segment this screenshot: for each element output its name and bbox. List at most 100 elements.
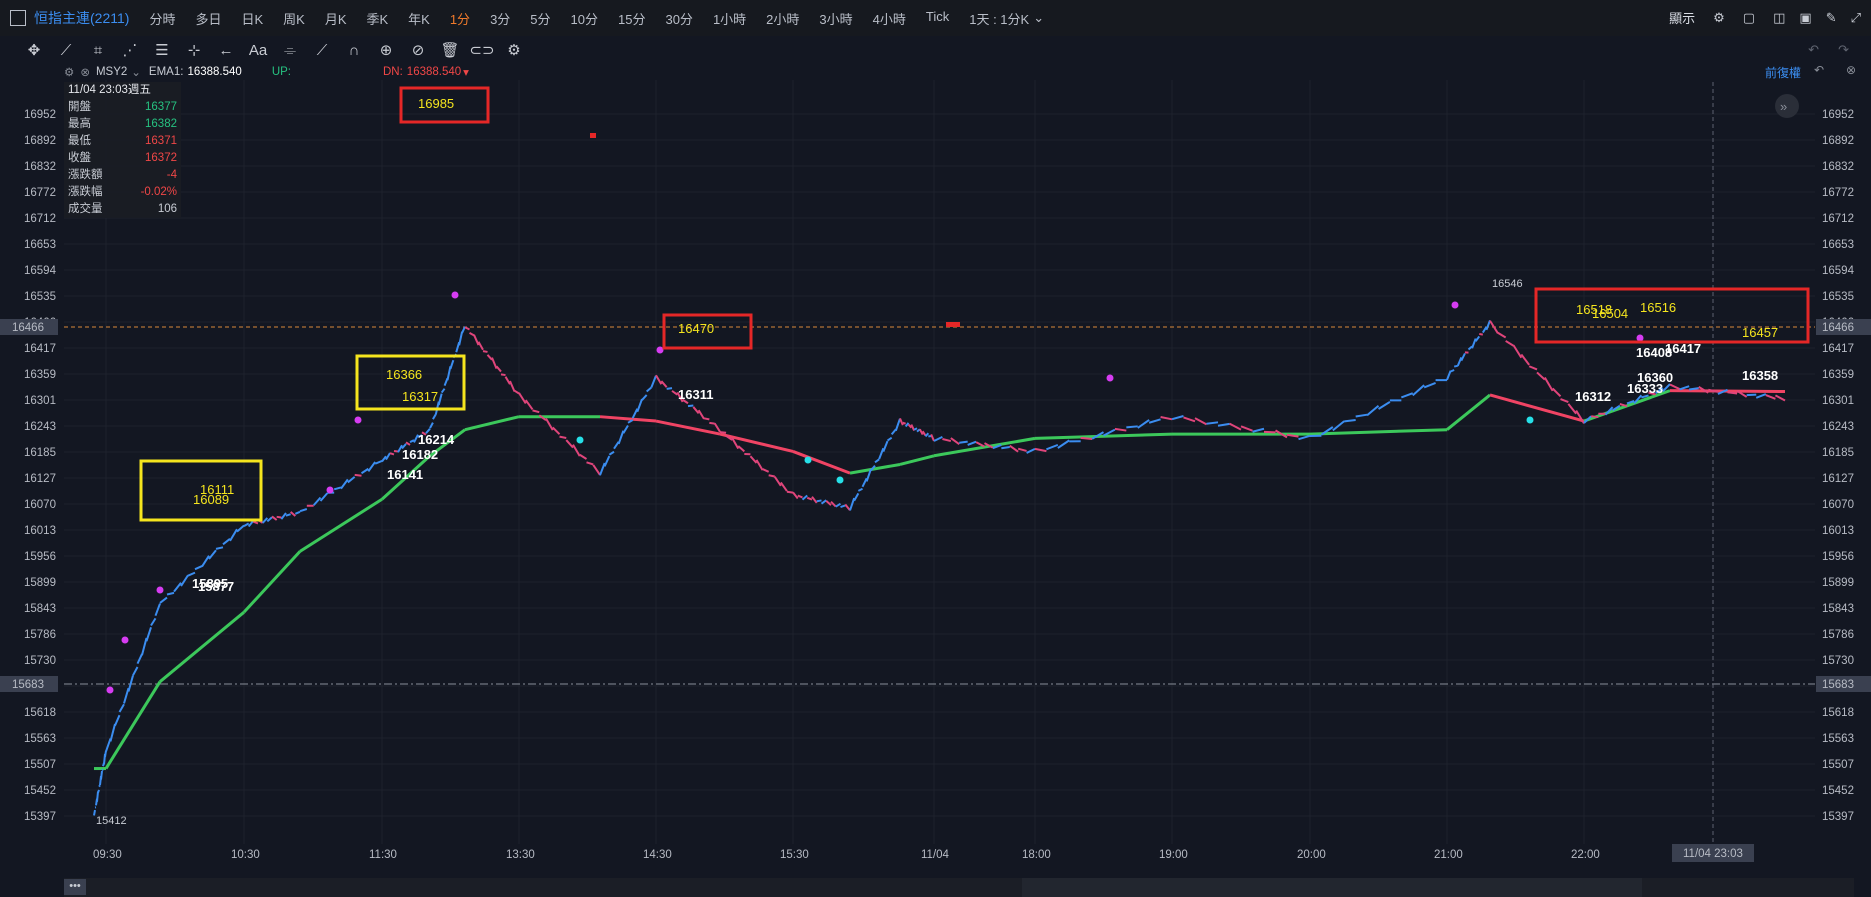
x-label: 15:30	[780, 849, 809, 861]
timeframe-1[interactable]: 多日	[189, 9, 227, 28]
y-label-left: 16013	[24, 525, 56, 537]
red-box-3-text-d: 16457	[1742, 325, 1778, 340]
y-label-left: 16772	[24, 187, 56, 199]
brush-tool-icon[interactable]: ⌯	[276, 39, 304, 61]
magnet-icon[interactable]: ∩	[340, 39, 368, 61]
info-row-value: 106	[157, 203, 177, 215]
price-segment	[482, 350, 488, 353]
text-tool-icon[interactable]: Aa	[244, 39, 272, 61]
y-label-left: 15843	[24, 603, 56, 615]
signal-dot	[656, 346, 664, 354]
image-icon[interactable]: ▣	[1799, 10, 1811, 26]
y-label-right: 15786	[1822, 629, 1854, 641]
pattern-tool-icon[interactable]: ⋰	[116, 39, 144, 61]
price-segment	[1080, 436, 1093, 440]
collapse-bottom-button[interactable]: •••	[64, 879, 86, 895]
info-row: 漲跌額 -4	[64, 167, 181, 184]
price-segment	[100, 770, 103, 780]
layout-icon[interactable]: ▢	[1743, 10, 1755, 26]
lock-icon[interactable]: ⊕	[372, 39, 400, 61]
timeframe-12[interactable]: 30分	[659, 9, 698, 28]
y-label-right: 16832	[1822, 161, 1854, 173]
shape-tool-icon[interactable]: ⌗	[84, 39, 112, 61]
camera-icon[interactable]: ◫	[1773, 10, 1785, 26]
price-segment	[389, 452, 395, 456]
settings-icon[interactable]: ⚙	[1713, 10, 1725, 26]
bottom-scroll-bar[interactable]: •••	[64, 878, 1854, 897]
y-label-left: 16653	[24, 239, 56, 251]
timeframe-0[interactable]: 分時	[143, 9, 181, 28]
move-icon[interactable]: ✥	[20, 39, 48, 61]
y-label-left: 16243	[24, 421, 56, 433]
toolbar-settings-icon[interactable]: ⚙	[500, 39, 528, 61]
y-label-left: 15397	[24, 811, 56, 823]
timeframe-4[interactable]: 月K	[319, 9, 353, 28]
line-tool-icon[interactable]: ⟋	[52, 39, 80, 61]
y-label-right: 15507	[1822, 759, 1854, 771]
price-note: 15877	[198, 579, 234, 594]
y-label-right: 15397	[1822, 811, 1854, 823]
undo-small-icon[interactable]: ↶	[1814, 63, 1824, 77]
info-row: 漲跌幅 -0.02%	[64, 184, 181, 201]
dn-label: DN:	[382, 66, 403, 78]
timeframe-3[interactable]: 周K	[277, 9, 311, 28]
timeframe-15[interactable]: 3小時	[813, 9, 858, 28]
settings-small-icon[interactable]: ⚙	[64, 65, 74, 79]
scroll-thumb[interactable]	[1022, 878, 1642, 897]
y-label-left: 16185	[24, 447, 56, 459]
timeframe-8[interactable]: 3分	[484, 9, 516, 28]
trash-icon[interactable]: 🗑	[436, 39, 464, 61]
y-label-right: 16952	[1822, 109, 1854, 121]
info-row: 開盤 16377	[64, 99, 181, 116]
timeframe-13[interactable]: 1小時	[707, 9, 752, 28]
timeframe-9[interactable]: 5分	[524, 9, 556, 28]
price-segment	[786, 490, 794, 494]
timeframe-2[interactable]: 日K	[235, 9, 269, 28]
y-label-right: 16127	[1822, 473, 1854, 485]
info-datetime-text: 11/04 23:03週五	[68, 84, 151, 96]
pen-icon[interactable]: ✎	[1826, 10, 1837, 26]
timeframe-10[interactable]: 10分	[565, 9, 604, 28]
price-chart[interactable]: 16952 16952 16892 16892 16832 16832 16772 16772…	[0, 64, 1871, 897]
ruler-icon[interactable]: ⟋	[308, 39, 336, 61]
redo-icon[interactable]: ↷	[1838, 42, 1849, 58]
link-icon[interactable]: ⊂⊃	[468, 39, 496, 61]
signal-dot	[121, 636, 129, 644]
timeframe-5[interactable]: 季K	[360, 9, 394, 28]
timeframe-6[interactable]: 年K	[402, 9, 436, 28]
price-segment	[104, 750, 107, 758]
chevron-down-icon: ⌄	[1033, 10, 1045, 25]
timeframe-7[interactable]: 1分	[444, 9, 476, 28]
arrow-tool-icon[interactable]: ←	[212, 39, 240, 61]
adjust-label[interactable]: 前復權	[1765, 64, 1801, 81]
display-menu[interactable]: 顯示	[1669, 8, 1695, 27]
info-row: 成交量 106	[64, 201, 181, 218]
price-note: 16182	[402, 447, 438, 462]
timeframe-16[interactable]: 4小時	[867, 9, 912, 28]
red-box-3-text-c: 16516	[1640, 300, 1676, 315]
fib-tool-icon[interactable]: ☰	[148, 39, 176, 61]
red-box-3-text-b: 16504	[1592, 306, 1628, 321]
symbol-title[interactable]: 恒指主連(2211)	[34, 8, 129, 28]
y-label-left: 16070	[24, 499, 56, 511]
timeframe-11[interactable]: 15分	[612, 9, 651, 28]
measure-tool-icon[interactable]: ⊹	[180, 39, 208, 61]
price-segment	[816, 499, 822, 503]
signal-dot	[576, 436, 584, 444]
info-row-value: 16372	[145, 152, 177, 164]
close-small-icon[interactable]: ⊗	[80, 65, 90, 79]
y-label-left: 15618	[24, 707, 56, 719]
range-selector[interactable]: 1天 : 1分K	[969, 9, 1029, 28]
sidebar-toggle-icon[interactable]	[10, 10, 26, 26]
hide-icon[interactable]: ⊘	[404, 39, 432, 61]
chevron-down-icon[interactable]: ⌄	[131, 65, 141, 79]
price-segment	[1591, 415, 1599, 419]
close-chart-icon[interactable]: ⊗	[1846, 63, 1856, 77]
price-segment	[959, 440, 968, 444]
expand-icon[interactable]: ⤢	[1851, 10, 1861, 26]
x-label: 14:30	[643, 849, 672, 861]
timeframe-17[interactable]: Tick	[920, 9, 955, 28]
msy2-label: MSY2	[95, 66, 128, 78]
timeframe-14[interactable]: 2小時	[760, 9, 805, 28]
undo-icon[interactable]: ↶	[1808, 42, 1819, 58]
